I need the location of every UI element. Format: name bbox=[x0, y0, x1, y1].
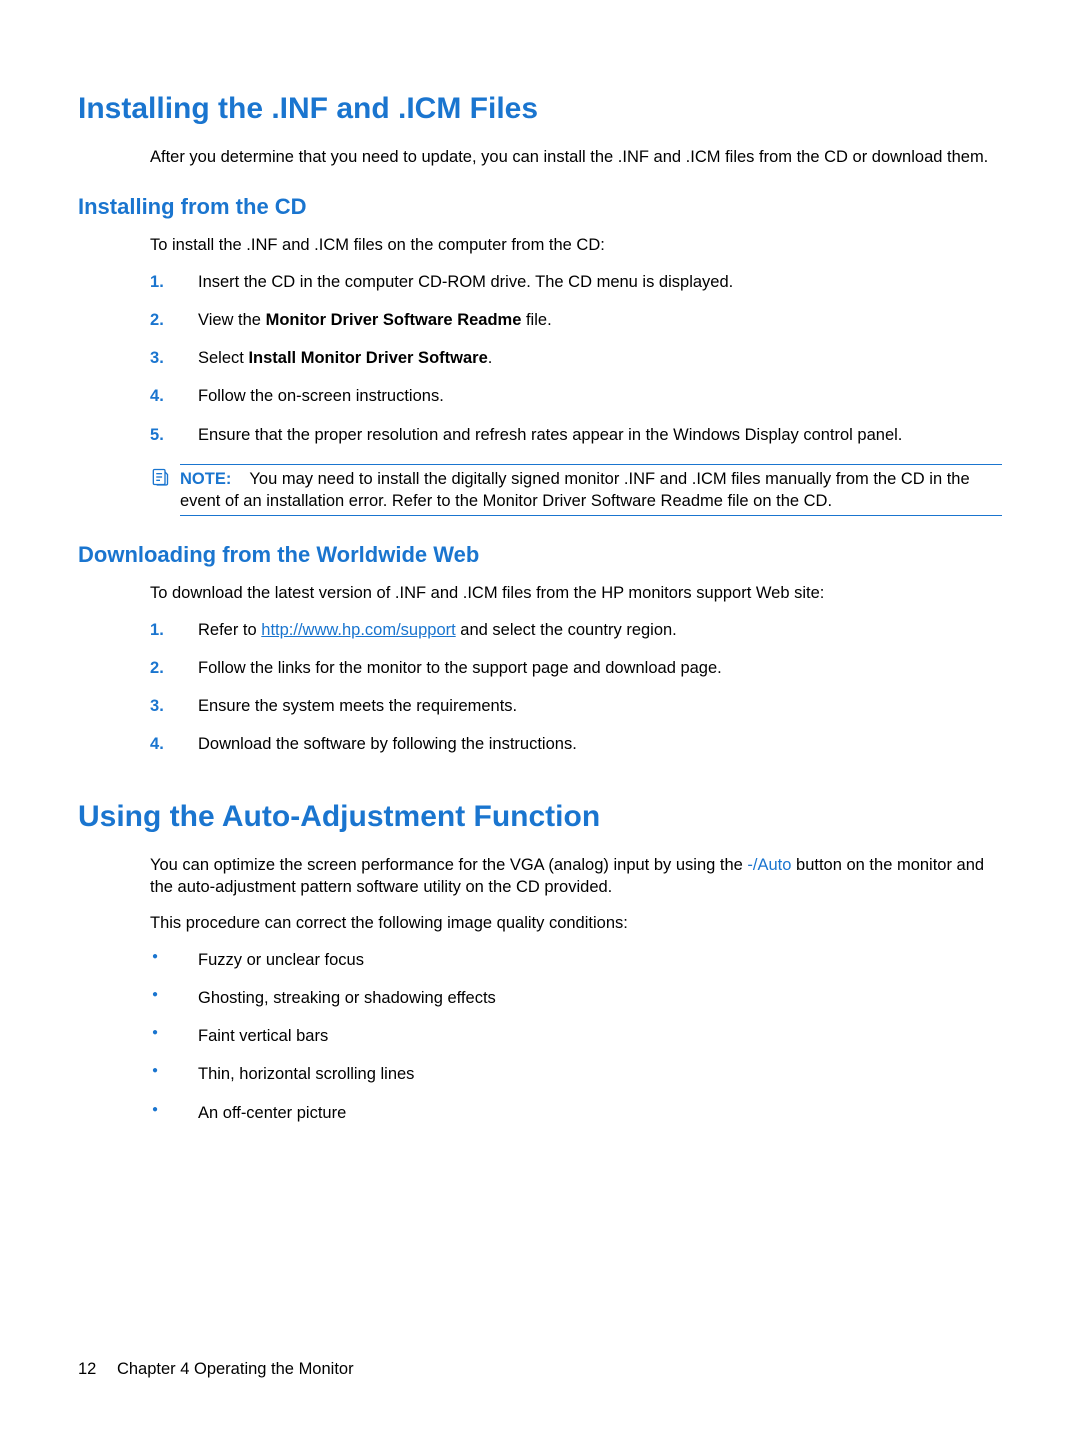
steps-installing-cd: Insert the CD in the computer CD-ROM dri… bbox=[150, 271, 1002, 446]
conditions-list: Fuzzy or unclear focus Ghosting, streaki… bbox=[150, 949, 1002, 1124]
step-item: Refer to http://www.hp.com/support and s… bbox=[150, 619, 1002, 641]
conditions-intro: This procedure can correct the following… bbox=[150, 912, 1002, 934]
heading-auto-adjustment: Using the Auto-Adjustment Function bbox=[78, 800, 1002, 834]
step-text: Refer to bbox=[198, 621, 261, 639]
list-item: Fuzzy or unclear focus bbox=[150, 949, 1002, 971]
list-item: Faint vertical bars bbox=[150, 1025, 1002, 1047]
step-item: Ensure that the proper resolution and re… bbox=[150, 424, 1002, 446]
step-item: Download the software by following the i… bbox=[150, 733, 1002, 755]
step-text: View the bbox=[198, 311, 266, 329]
intro-auto-adjustment: You can optimize the screen performance … bbox=[150, 854, 1002, 899]
step-item: View the Monitor Driver Software Readme … bbox=[150, 309, 1002, 331]
support-link[interactable]: http://www.hp.com/support bbox=[261, 621, 455, 639]
step-item: Follow the links for the monitor to the … bbox=[150, 657, 1002, 679]
step-text: and select the country region. bbox=[456, 621, 677, 639]
note-icon bbox=[150, 467, 170, 487]
note-label: NOTE: bbox=[180, 470, 231, 488]
heading-installing-cd: Installing from the CD bbox=[78, 194, 1002, 220]
intro-download-web: To download the latest version of .INF a… bbox=[150, 582, 1002, 604]
note-text: You may need to install the digitally si… bbox=[180, 470, 970, 510]
step-text: . bbox=[488, 349, 493, 367]
step-item: Insert the CD in the computer CD-ROM dri… bbox=[150, 271, 1002, 293]
step-text: file. bbox=[521, 311, 551, 329]
step-bold: Install Monitor Driver Software bbox=[248, 349, 487, 367]
list-item: Thin, horizontal scrolling lines bbox=[150, 1063, 1002, 1085]
intro-text: You can optimize the screen performance … bbox=[150, 856, 747, 874]
chapter-label: Chapter 4 Operating the Monitor bbox=[117, 1360, 354, 1378]
auto-button-label: -/Auto bbox=[747, 856, 791, 874]
step-text: Select bbox=[198, 349, 248, 367]
page-footer: 12 Chapter 4 Operating the Monitor bbox=[78, 1360, 354, 1379]
page-number: 12 bbox=[78, 1360, 96, 1378]
heading-installing-files: Installing the .INF and .ICM Files bbox=[78, 92, 1002, 126]
steps-download-web: Refer to http://www.hp.com/support and s… bbox=[150, 619, 1002, 756]
intro-installing-cd: To install the .INF and .ICM files on th… bbox=[150, 234, 1002, 256]
step-item: Follow the on-screen instructions. bbox=[150, 385, 1002, 407]
note-block: NOTE: You may need to install the digita… bbox=[150, 464, 1002, 517]
note-body: NOTE: You may need to install the digita… bbox=[180, 464, 1002, 517]
step-item: Select Install Monitor Driver Software. bbox=[150, 347, 1002, 369]
heading-download-web: Downloading from the Worldwide Web bbox=[78, 542, 1002, 568]
step-bold: Monitor Driver Software Readme bbox=[266, 311, 522, 329]
list-item: An off-center picture bbox=[150, 1102, 1002, 1124]
list-item: Ghosting, streaking or shadowing effects bbox=[150, 987, 1002, 1009]
step-item: Ensure the system meets the requirements… bbox=[150, 695, 1002, 717]
intro-installing-files: After you determine that you need to upd… bbox=[150, 146, 1002, 168]
